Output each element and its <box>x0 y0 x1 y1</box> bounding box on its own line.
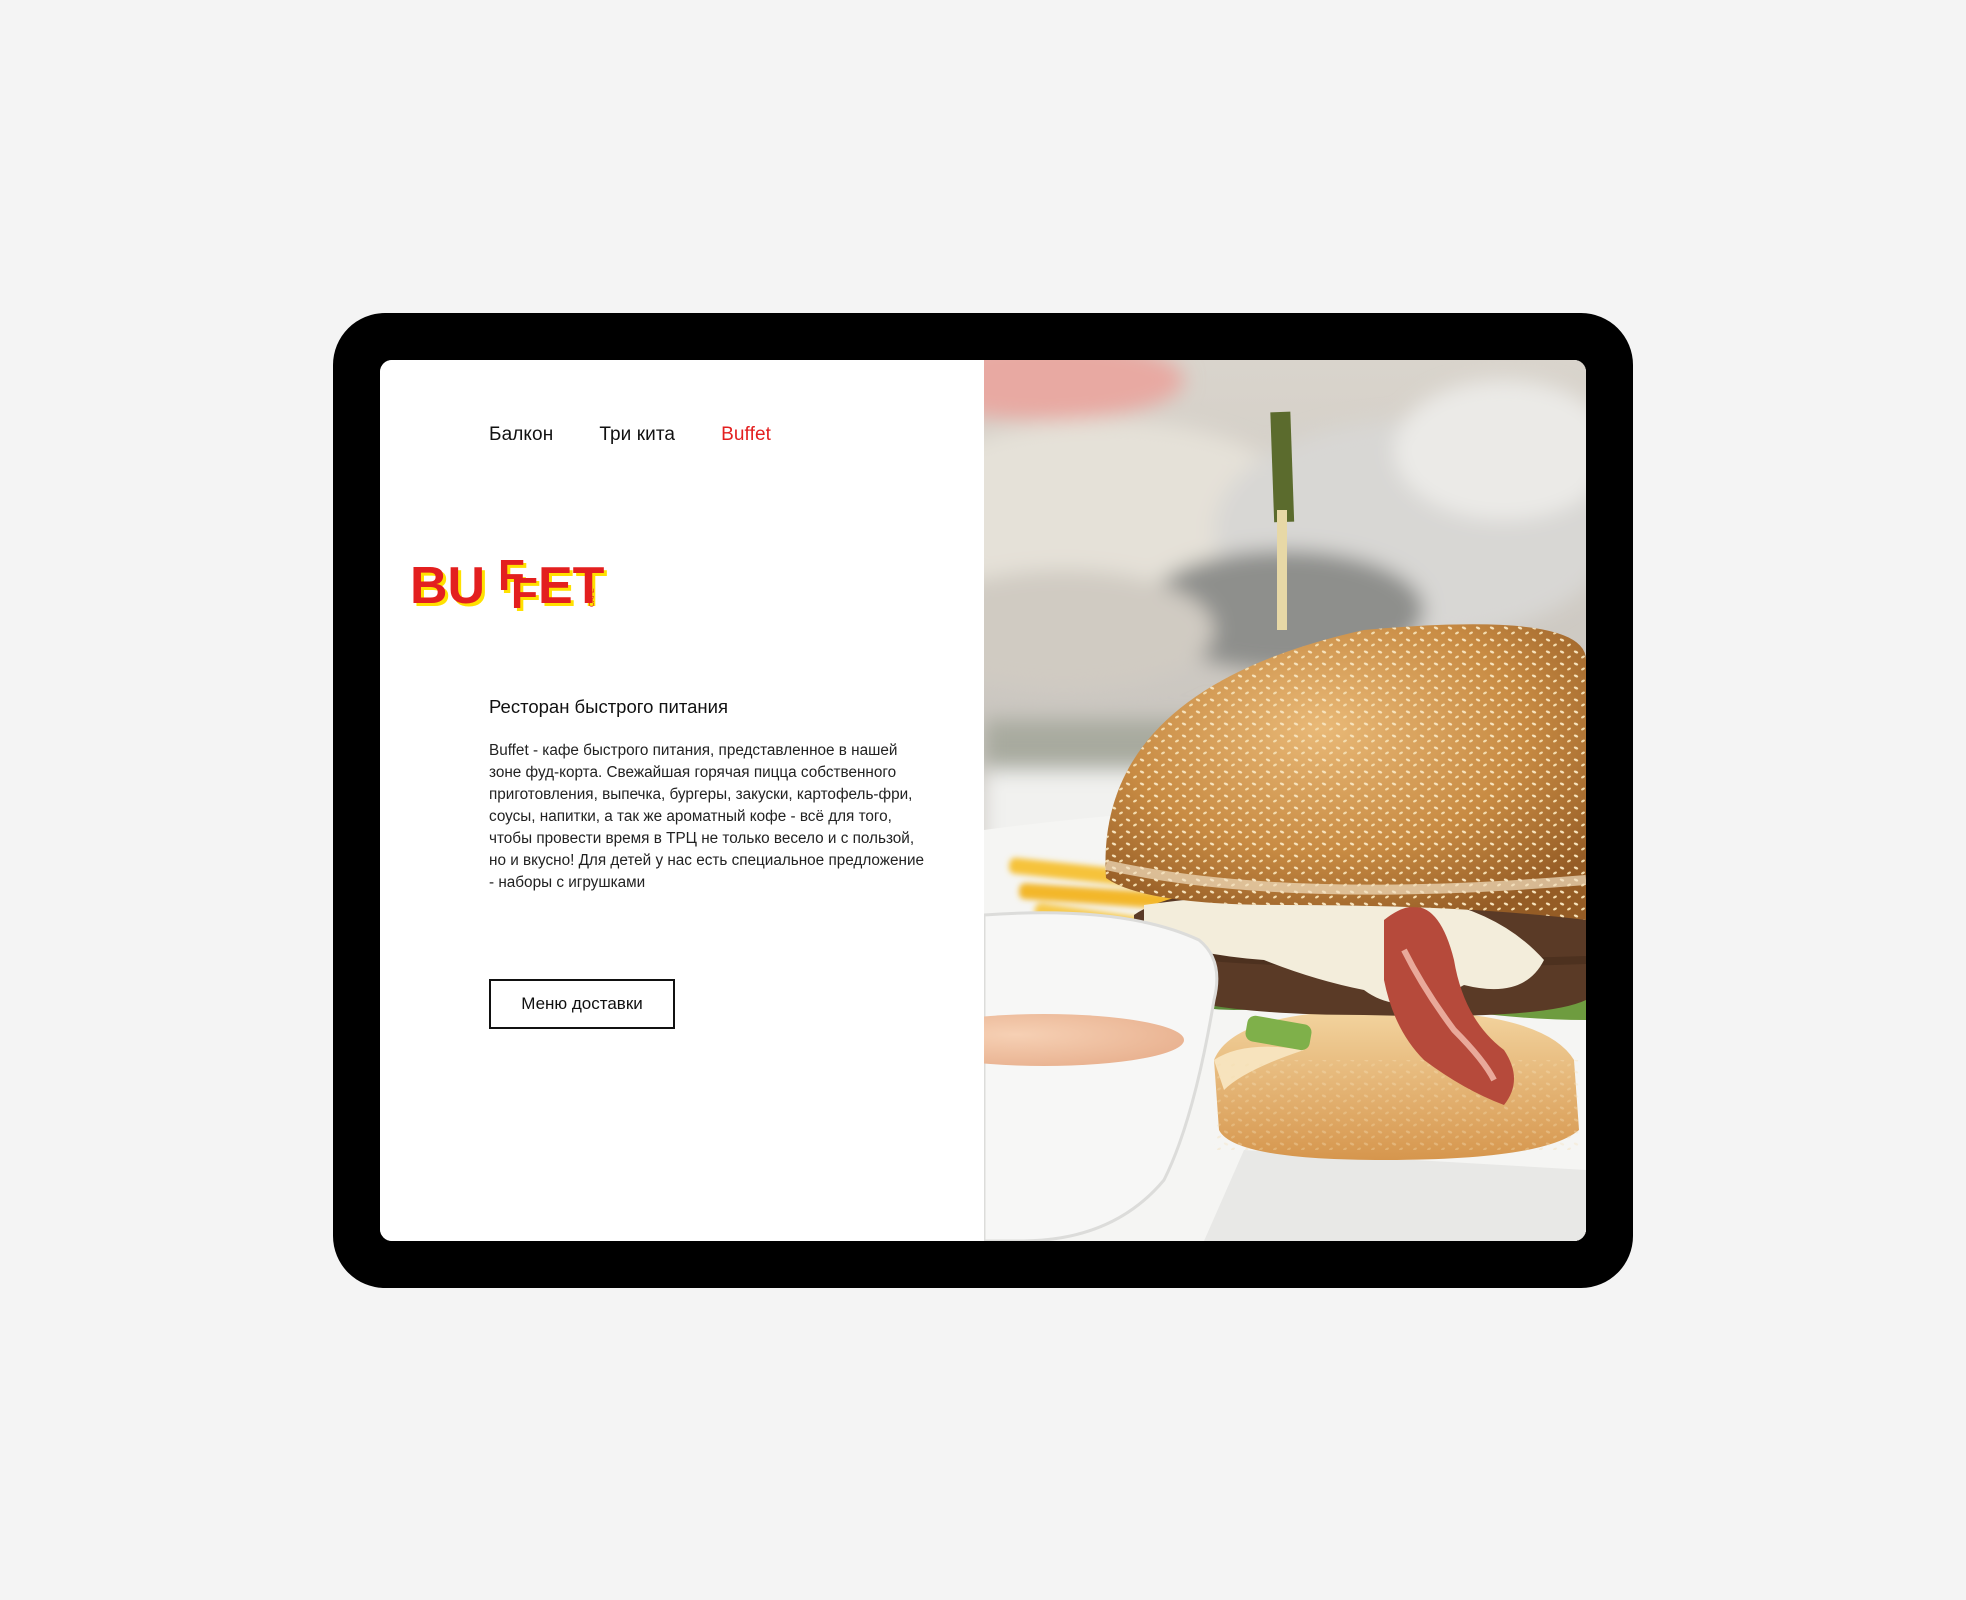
buffet-logo: BU BU F F F F ET ET CAFE <box>410 543 610 628</box>
nav-item-buffet[interactable]: Buffet <box>721 424 771 446</box>
delivery-menu-button[interactable]: Меню доставки <box>489 979 675 1029</box>
top-nav: Балкон Три кита Buffet <box>489 424 771 446</box>
nav-item-tri-kita[interactable]: Три кита <box>599 424 675 446</box>
svg-text:BU: BU <box>410 557 485 615</box>
nav-item-balkon[interactable]: Балкон <box>489 424 553 446</box>
page-description: Buffet - кафе быстрого питания, представ… <box>489 742 925 891</box>
svg-text:F: F <box>511 569 538 618</box>
page-heading: Ресторан быстрого питания <box>489 696 728 717</box>
svg-text:CAFE: CAFE <box>589 588 596 607</box>
burger-image <box>984 360 1586 1241</box>
burger-photo <box>984 360 1586 1241</box>
tablet-frame: Балкон Три кита Buffet BU BU F F F F ET … <box>333 313 1633 1288</box>
tablet-screen: Балкон Три кита Buffet BU BU F F F F ET … <box>380 360 1586 1241</box>
buffet-logo-graphic: BU BU F F F F ET ET CAFE <box>410 551 608 621</box>
content-pane: Балкон Три кита Buffet BU BU F F F F ET … <box>380 360 984 1241</box>
